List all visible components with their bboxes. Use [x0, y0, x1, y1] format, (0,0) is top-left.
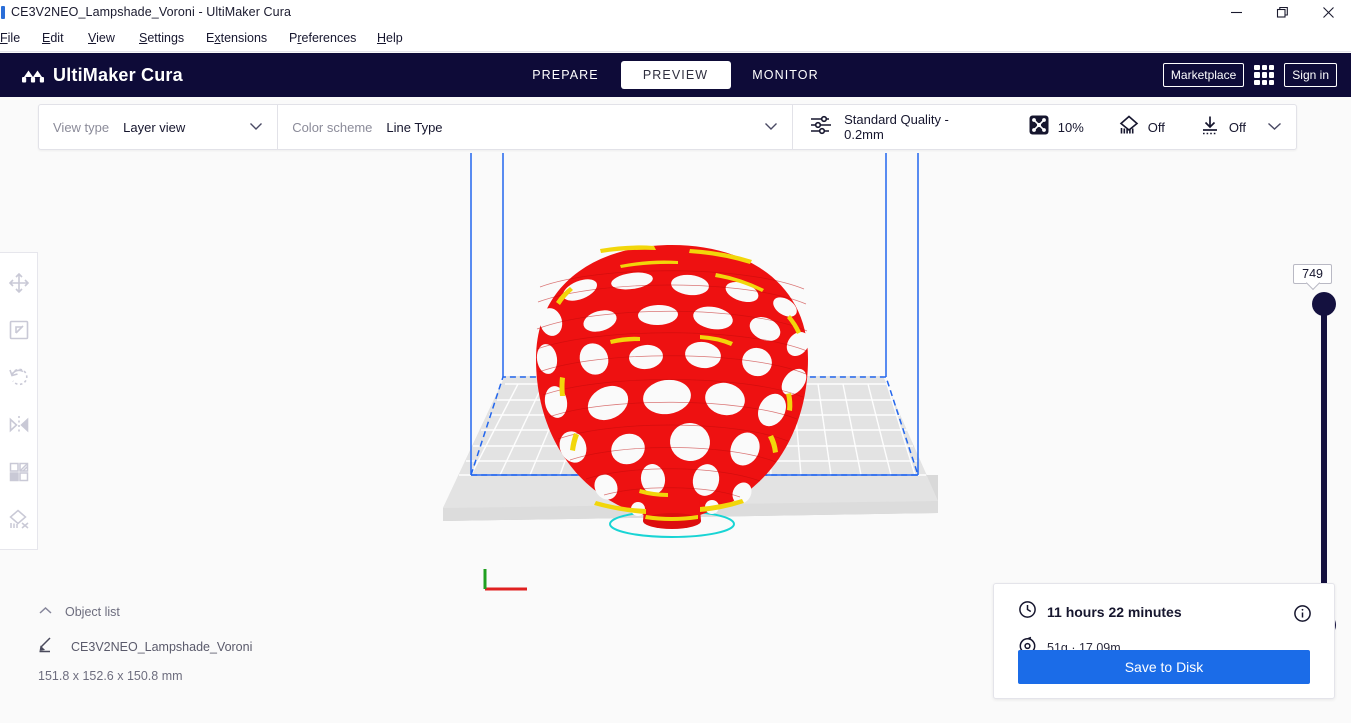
infill-value: 10% — [1057, 119, 1084, 135]
color-scheme-value: Line Type — [386, 119, 443, 135]
maximize-icon[interactable] — [1259, 0, 1305, 24]
menu-item-help[interactable]: Help — [377, 31, 403, 45]
menu-item-extensions[interactable]: Extensions — [206, 31, 267, 45]
sliders-icon — [809, 114, 833, 141]
support-setting[interactable]: Off — [1111, 105, 1172, 149]
adhesion-icon — [1199, 114, 1221, 141]
window-title: CE3V2NEO_Lampshade_Voroni - UltiMaker Cu… — [11, 5, 292, 19]
minimize-icon[interactable] — [1213, 0, 1259, 24]
layer-slider-upper-handle[interactable]: 749 — [1293, 264, 1336, 316]
rotate-tool-icon[interactable] — [6, 364, 32, 390]
app-icon — [1, 5, 5, 19]
support-blocker-tool-icon[interactable] — [6, 506, 32, 532]
window-controls — [1213, 0, 1351, 24]
marketplace-button[interactable]: Marketplace — [1162, 62, 1245, 88]
infill-icon — [1028, 114, 1050, 141]
view-type-label: View type — [53, 119, 110, 135]
adhesion-value: Off — [1228, 119, 1246, 135]
print-profile-value: Standard Quality - 0.2mm — [844, 112, 949, 142]
menu-item-file[interactable]: File — [0, 31, 20, 45]
chevron-up-icon — [38, 603, 53, 621]
info-icon[interactable] — [1293, 604, 1312, 628]
stage-tabs: PREPARE PREVIEW MONITOR — [0, 53, 1351, 97]
print-info-card: 11 hours 22 minutes 51g · 17.09m Save to… — [993, 583, 1335, 699]
3d-viewport[interactable]: Object list CE3V2NEO_Lampshade_Voroni 15… — [0, 97, 1351, 723]
tab-prepare[interactable]: PREPARE — [511, 61, 621, 89]
object-list-panel: Object list CE3V2NEO_Lampshade_Voroni 15… — [38, 602, 458, 683]
view-type-selector[interactable]: View type Layer view — [39, 105, 277, 149]
edit-pencil-icon — [38, 636, 55, 658]
print-profile-selector[interactable]: Standard Quality - 0.2mm — [793, 105, 993, 149]
layer-number-tooltip: 749 — [1293, 264, 1332, 284]
chevron-down-icon[interactable] — [1267, 118, 1282, 136]
list-item[interactable]: CE3V2NEO_Lampshade_Voroni — [38, 637, 458, 657]
menu-bar: File Edit View Settings Extensions Prefe… — [0, 24, 1351, 52]
print-time-row: 11 hours 22 minutes — [1018, 600, 1310, 624]
print-time-value: 11 hours 22 minutes — [1047, 604, 1182, 620]
tab-preview[interactable]: PREVIEW — [620, 61, 731, 89]
view-type-value: Layer view — [123, 119, 186, 135]
object-dimensions: 151.8 x 152.6 x 150.8 mm — [38, 669, 183, 683]
color-scheme-label: Color scheme — [292, 119, 373, 135]
menu-item-view[interactable]: View — [88, 31, 115, 45]
support-icon — [1118, 114, 1140, 141]
header-actions: Marketplace Sign in — [1162, 53, 1337, 97]
clock-icon — [1018, 600, 1037, 624]
model-tools-panel — [0, 252, 38, 550]
chevron-down-icon[interactable] — [249, 118, 263, 136]
cura-window: CE3V2NEO_Lampshade_Voroni - UltiMaker Cu… — [0, 0, 1351, 723]
close-icon[interactable] — [1305, 0, 1351, 24]
scale-tool-icon[interactable] — [6, 317, 32, 343]
object-name: CE3V2NEO_Lampshade_Voroni — [71, 640, 253, 654]
title-bar: CE3V2NEO_Lampshade_Voroni - UltiMaker Cu… — [0, 0, 1351, 24]
tab-monitor[interactable]: MONITOR — [731, 61, 841, 89]
layer-slider-track[interactable] — [1321, 302, 1327, 627]
object-list-header[interactable]: Object list — [38, 602, 458, 622]
object-list-label: Object list — [65, 605, 120, 619]
app-grid-icon[interactable] — [1254, 65, 1275, 85]
adhesion-setting[interactable]: Off — [1192, 105, 1253, 149]
move-tool-icon[interactable] — [6, 270, 32, 296]
color-scheme-selector[interactable]: Color scheme Line Type — [278, 105, 792, 149]
menu-item-preferences[interactable]: Preferences — [289, 31, 356, 45]
sign-in-button[interactable]: Sign in — [1284, 62, 1337, 88]
per-model-settings-tool-icon[interactable] — [6, 459, 32, 485]
chevron-down-icon[interactable] — [764, 118, 778, 136]
mirror-tool-icon[interactable] — [6, 412, 32, 438]
preview-settings-bar: View type Layer view Color scheme Line T… — [38, 104, 1297, 150]
support-value: Off — [1147, 119, 1165, 135]
app-header: UltiMaker Cura PREPARE PREVIEW MONITOR M… — [0, 53, 1351, 97]
menu-item-settings[interactable]: Settings — [139, 31, 184, 45]
expand-settings-button[interactable] — [1253, 105, 1296, 149]
infill-setting[interactable]: 10% — [1021, 105, 1091, 149]
save-to-disk-button[interactable]: Save to Disk — [1018, 650, 1310, 684]
menu-item-edit[interactable]: Edit — [42, 31, 64, 45]
